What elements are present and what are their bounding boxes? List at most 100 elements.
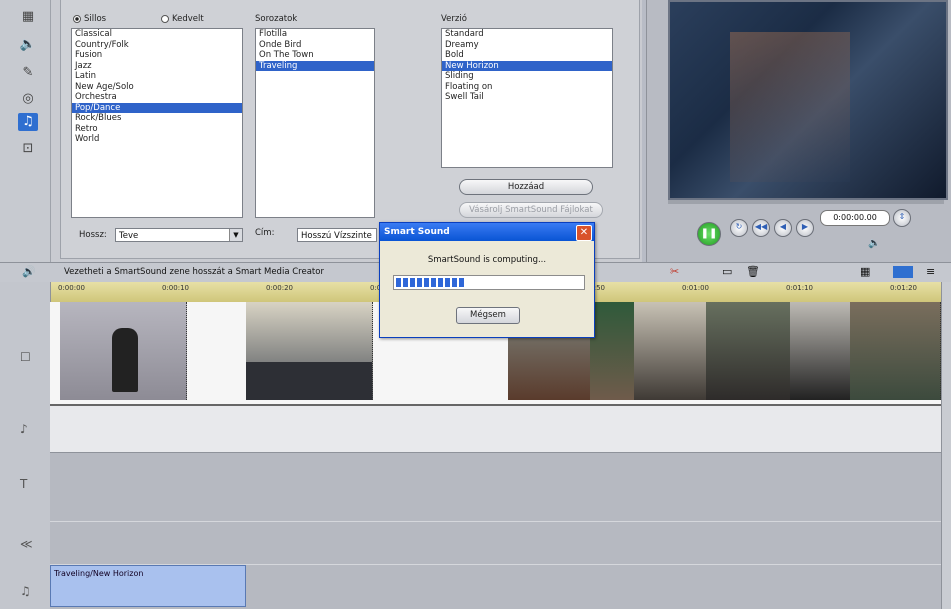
audio-toggle-icon[interactable]: 🔊 <box>22 265 36 278</box>
length-select[interactable]: Teve ▼ <box>115 228 243 242</box>
list-item[interactable]: World <box>72 134 242 145</box>
list-item[interactable]: Pop/Dance <box>72 102 242 113</box>
storyboard-icon[interactable]: ▭ <box>722 265 732 278</box>
radio-favorites-label: Kedvelt <box>172 14 204 24</box>
music-track[interactable]: Traveling/New Horizon <box>50 565 941 609</box>
dialog-message: SmartSound is computing... <box>427 255 547 265</box>
timeline-scrollbar[interactable] <box>941 282 951 609</box>
ruler-tick-label: 0:01:20 <box>890 284 917 292</box>
radio-favorites-icon <box>161 14 169 23</box>
timeline-view-icon[interactable] <box>893 266 913 278</box>
title-label: Cím: <box>255 228 275 238</box>
list-item[interactable]: On The Town <box>256 50 374 61</box>
video-clip[interactable] <box>850 302 941 400</box>
ruler-tick-label: 0:01:10 <box>786 284 813 292</box>
music-tool-icon[interactable]: ♫ <box>18 113 38 131</box>
length-label: Hossz: <box>79 230 107 240</box>
add-to-movie-button[interactable]: Hozzáad <box>459 179 593 195</box>
video-clip[interactable] <box>590 302 635 400</box>
track-headers: ☐ ♪ T ≪ ♫ <box>0 282 51 609</box>
music-clip-label: Traveling/New Horizon <box>54 569 144 578</box>
timecode-display: 0:00:00.00 <box>820 210 890 226</box>
songs-header: Sorozatok <box>255 14 298 24</box>
clip-thumbnail-image <box>246 362 372 400</box>
list-item[interactable]: Classical <box>72 29 242 40</box>
list-item[interactable]: Country/Folk <box>72 40 242 51</box>
step-forward-icon[interactable]: ▶ <box>796 219 814 237</box>
timeline-hint-text: Vezetheti a SmartSound zene hosszát a Sm… <box>64 267 324 277</box>
video-tool-icon[interactable]: ▦ <box>18 8 38 26</box>
title-input[interactable]: Hosszú Vízszinte <box>297 228 377 242</box>
video-clip[interactable] <box>634 302 707 400</box>
disc-tool-icon[interactable]: ◎ <box>18 90 38 108</box>
progress-bar <box>393 275 585 290</box>
list-item[interactable]: Latin <box>72 71 242 82</box>
rewind-icon[interactable]: ◀◀ <box>752 219 770 237</box>
list-item[interactable]: Onde Bird <box>256 40 374 51</box>
progress-segment <box>459 278 464 287</box>
razor-icon[interactable]: ✂ <box>670 265 679 278</box>
versions-listbox[interactable]: Standard Dreamy Bold New Horizon Sliding Floa… <box>441 28 613 168</box>
album-tools-strip: ▦ 🔈 ✎ ◎ ♫ ⊡ <box>0 0 51 262</box>
music-clip[interactable]: Traveling/New Horizon <box>50 565 246 607</box>
list-item[interactable]: Standard <box>442 29 612 40</box>
list-item[interactable]: Fusion <box>72 50 242 61</box>
radio-favorites[interactable]: Kedvelt <box>161 14 204 24</box>
list-item[interactable]: Retro <box>72 124 242 135</box>
chevron-down-icon: ▼ <box>229 229 242 241</box>
progress-segment <box>445 278 450 287</box>
style-listbox[interactable]: Classical Country/Folk Fusion Jazz Latin New … <box>71 28 243 218</box>
list-item[interactable]: New Age/Solo <box>72 82 242 93</box>
progress-segment <box>452 278 457 287</box>
audio-track-icon: ♪ <box>20 422 28 436</box>
thumbnail-view-icon[interactable]: ▦ <box>860 265 870 278</box>
list-item[interactable]: Flotilla <box>256 29 374 40</box>
songs-listbox[interactable]: Flotilla Onde Bird On The Town Traveling <box>255 28 375 218</box>
versions-header: Verzió <box>441 14 467 24</box>
list-item[interactable]: Floating on <box>442 82 612 93</box>
volume-icon[interactable]: 🔈 <box>868 238 880 249</box>
list-item[interactable]: Swell Tail <box>442 92 612 103</box>
video-clip[interactable] <box>246 302 373 400</box>
buy-smartsound-button[interactable]: Vásárolj SmartSound Fájlokat <box>459 202 603 218</box>
video-clip[interactable] <box>790 302 851 400</box>
title-track[interactable] <box>50 453 941 522</box>
close-icon[interactable]: ✕ <box>576 225 592 241</box>
step-back-icon[interactable]: ◀ <box>774 219 792 237</box>
video-preview-screen <box>668 0 948 200</box>
list-item[interactable]: Rock/Blues <box>72 113 242 124</box>
list-item[interactable]: Jazz <box>72 61 242 72</box>
list-item[interactable]: New Horizon <box>442 60 612 71</box>
soundfx-track-icon: ≪ <box>20 537 33 551</box>
list-item[interactable]: Traveling <box>256 60 374 71</box>
transition-tool-icon[interactable]: ⊡ <box>18 140 38 158</box>
clip-thumbnail-image <box>112 328 138 392</box>
trash-icon[interactable]: 🗑 <box>746 265 760 278</box>
scrub-bar[interactable] <box>668 200 944 204</box>
video-clip[interactable] <box>706 302 791 400</box>
audio-track[interactable] <box>50 406 941 453</box>
list-item[interactable]: Bold <box>442 50 612 61</box>
text-view-icon[interactable]: ≡ <box>926 265 935 278</box>
sound-effects-track[interactable] <box>50 522 941 565</box>
list-item[interactable]: Sliding <box>442 71 612 82</box>
progress-segment <box>396 278 401 287</box>
ruler-tick-label: 0:00:10 <box>162 284 189 292</box>
loop-icon[interactable]: ↻ <box>730 219 748 237</box>
ruler-tick-label: 0:01:00 <box>682 284 709 292</box>
length-value: Teve <box>119 231 139 241</box>
cancel-button[interactable]: Mégsem <box>456 307 520 324</box>
preview-frame-image <box>730 32 850 182</box>
pause-button[interactable]: ❚❚ <box>697 222 721 246</box>
progress-segment <box>410 278 415 287</box>
title-tool-icon[interactable]: ✎ <box>18 64 38 82</box>
audio-tool-icon[interactable]: 🔈 <box>18 36 38 54</box>
list-item[interactable]: Orchestra <box>72 92 242 103</box>
list-item[interactable]: Dreamy <box>442 40 612 51</box>
radio-all[interactable]: Sillos <box>73 14 106 24</box>
video-clip[interactable] <box>60 302 187 400</box>
radio-all-icon <box>73 14 81 23</box>
title-value: Hosszú Vízszinte <box>301 231 372 241</box>
timecode-spin-icon[interactable]: ⇕ <box>893 209 911 227</box>
radio-all-label: Sillos <box>84 14 107 24</box>
